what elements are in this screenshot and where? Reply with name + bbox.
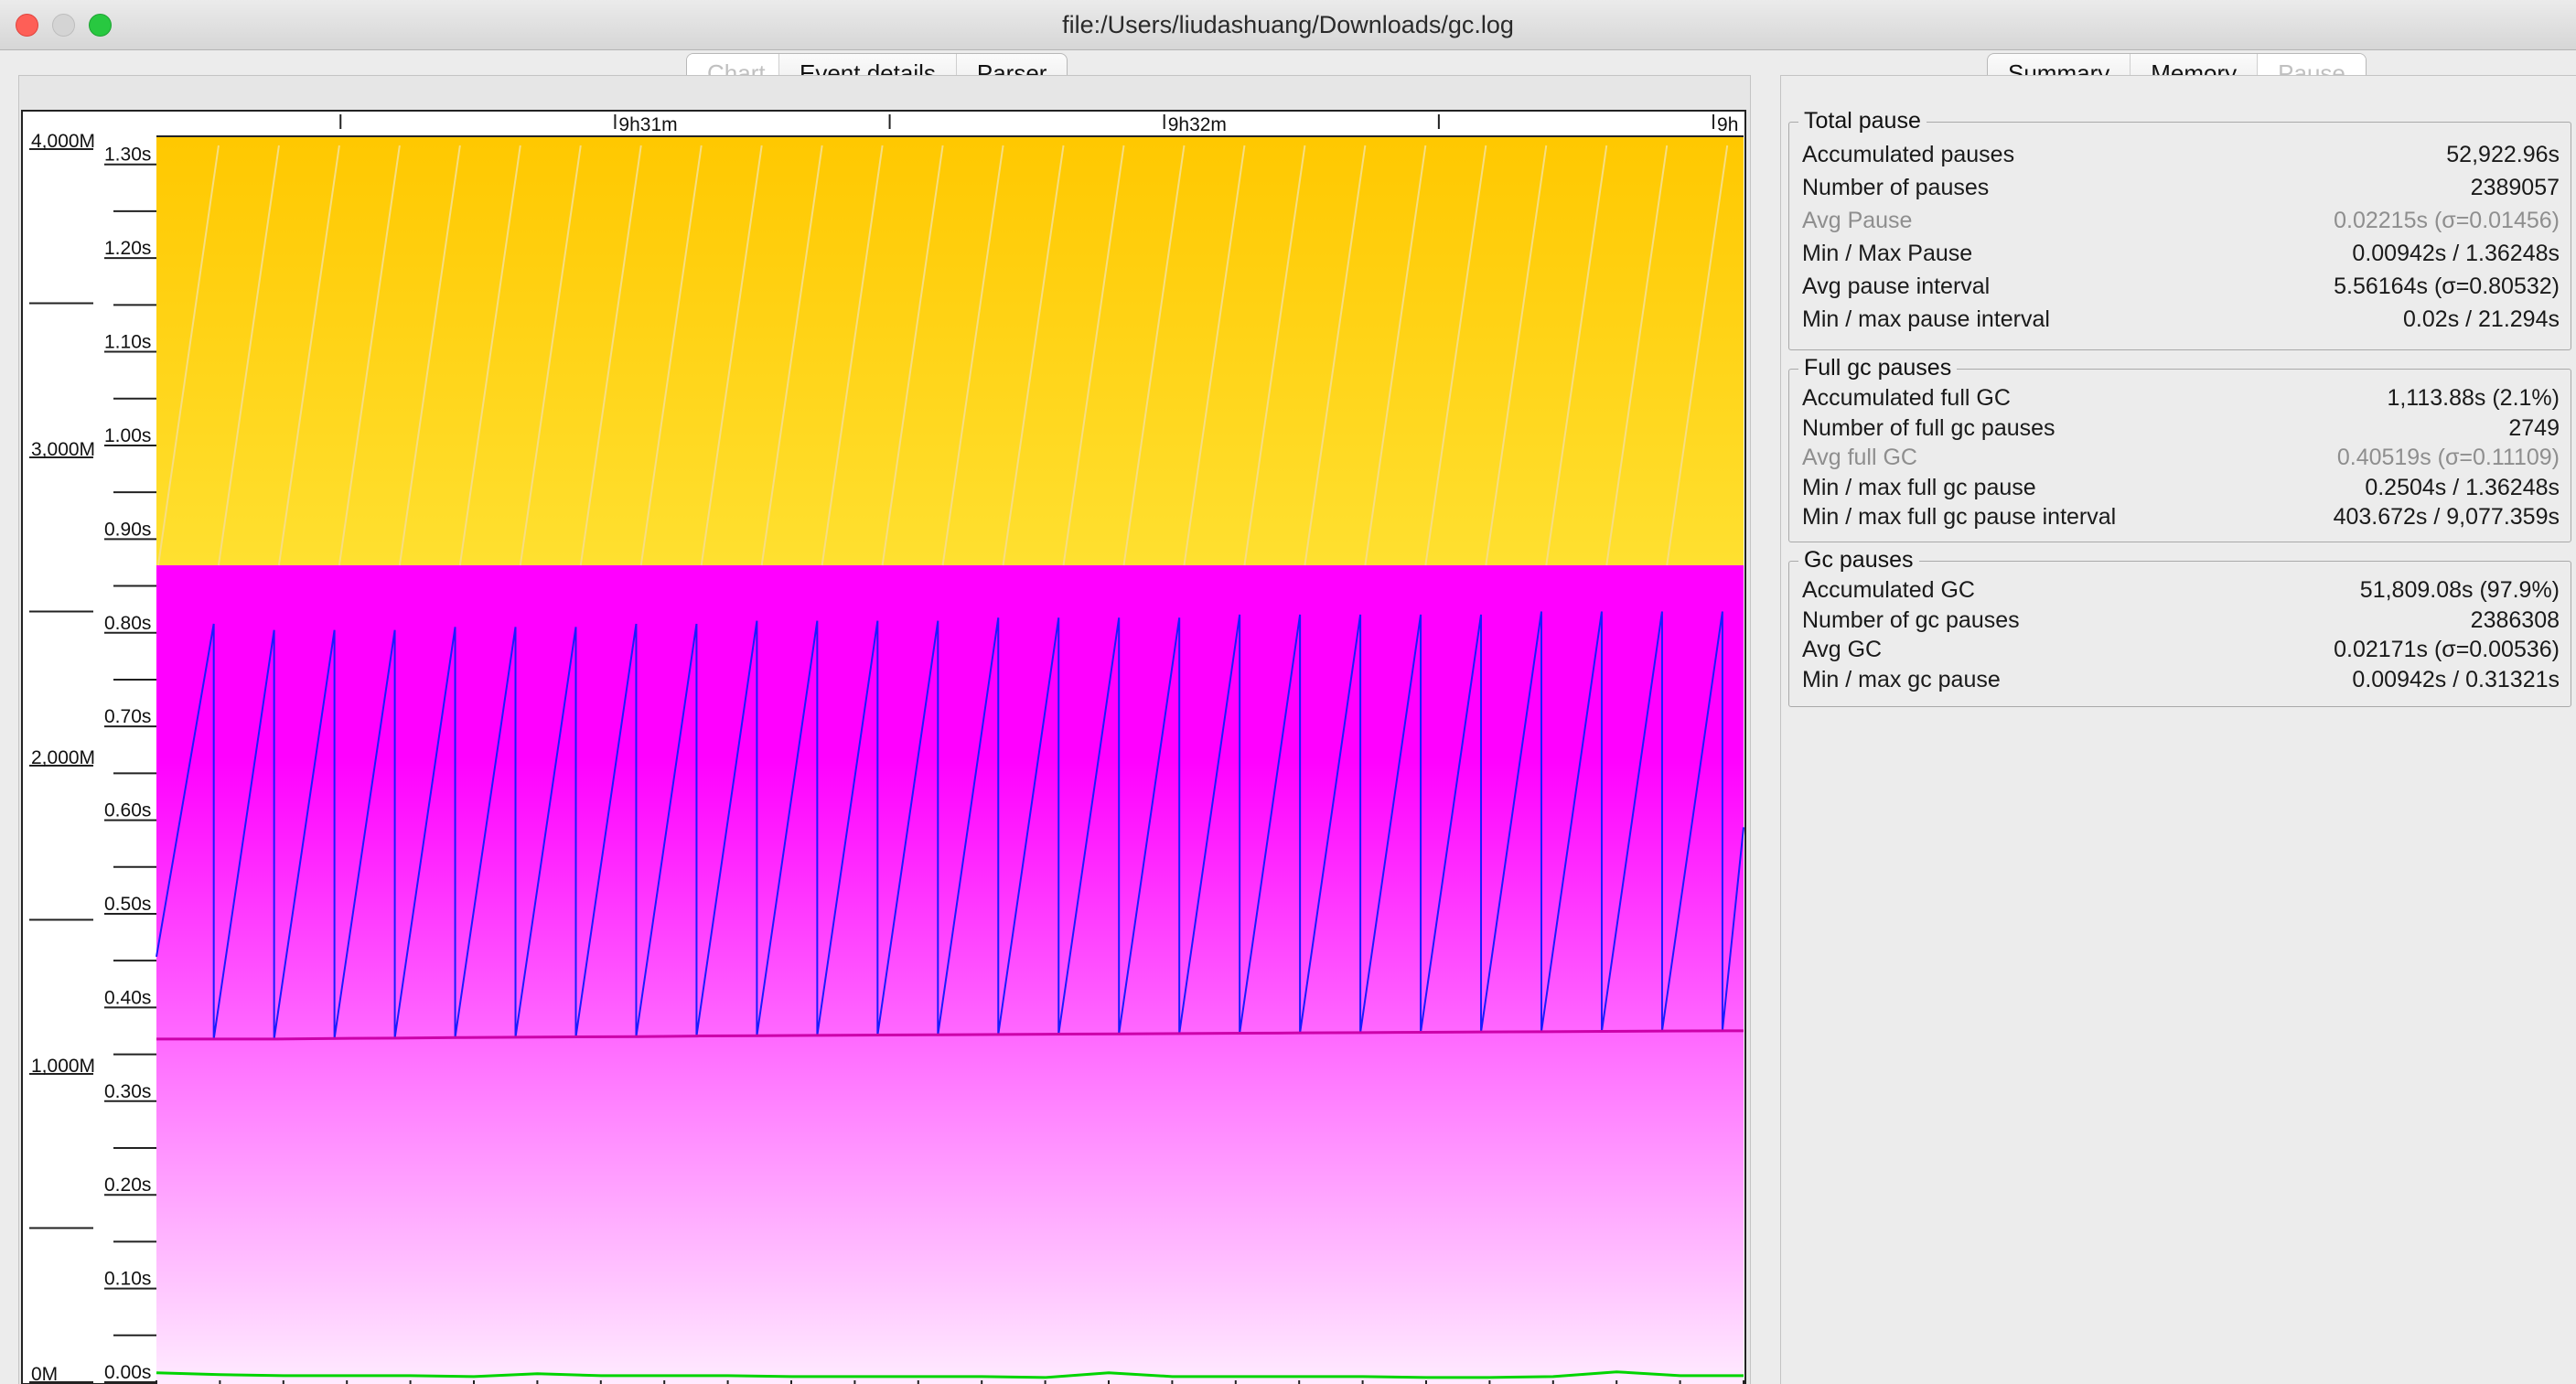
chart-panel: 9h31m 9h32m 9h 4,000M 3,000M 2,000M 1,000M 0M 1.…: [18, 75, 1751, 1384]
stat-label: Accumulated full GC: [1802, 385, 2011, 411]
pause-tick-label: 1.00s: [104, 425, 151, 446]
stat-label: Min / Max Pause: [1802, 241, 1973, 266]
gc-pauses-group: Gc pauses Accumulated GC 51,809.08s (97.9…: [1788, 546, 2571, 707]
window-titlebar: file:/Users/liudashuang/Downloads/gc.log: [0, 0, 2576, 50]
stat-value: 2389057: [2470, 175, 2560, 200]
pause-tick-label: 0.70s: [104, 706, 151, 727]
stat-label: Min / max gc pause: [1802, 666, 2001, 692]
stat-value: 51,809.08s (97.9%): [2359, 577, 2560, 603]
stat-value: 0.02171s (σ=0.00536): [2334, 637, 2560, 662]
stat-label: Number of full gc pauses: [1802, 414, 2055, 441]
pause-tick-label: 0.90s: [104, 519, 151, 540]
stat-label: Avg GC: [1802, 637, 1883, 662]
stat-label: Min / max full gc pause interval: [1802, 504, 2117, 530]
pause-tick-label: 1.10s: [104, 332, 151, 353]
time-tick-label: 9h31m: [618, 114, 677, 135]
memory-tick-label: 1,000M: [31, 1056, 95, 1077]
full-gc-pauses-title: Full gc pauses: [1798, 354, 1958, 381]
time-tick-label: 9h: [1717, 114, 1738, 135]
memory-tick-label: 0M: [31, 1364, 58, 1384]
pause-tick-label: 0.50s: [104, 894, 151, 915]
total-pause-title: Total pause: [1798, 107, 1927, 134]
stat-label: Min / max pause interval: [1802, 306, 2050, 332]
stat-label: Number of gc pauses: [1802, 606, 2020, 633]
gc-pauses-title: Gc pauses: [1798, 546, 1919, 574]
pause-tick-label: 0.10s: [104, 1269, 151, 1290]
pause-tick-label: 0.60s: [104, 800, 151, 821]
stat-label: Avg Pause: [1802, 208, 1913, 233]
memory-tick-label: 4,000M: [31, 131, 95, 152]
stat-label: Accumulated pauses: [1802, 142, 2015, 167]
pause-tick-label: 0.00s: [104, 1362, 151, 1383]
stat-value: 1,113.88s (2.1%): [2387, 385, 2560, 411]
total-heap-area: [156, 136, 1744, 565]
stat-value: 0.2504s / 1.36248s: [2365, 474, 2560, 500]
stat-value: 52,922.96s: [2446, 142, 2560, 167]
memory-tick-label: 2,000M: [31, 747, 95, 768]
pause-tick-label: 0.80s: [104, 613, 151, 634]
stat-value: 2386308: [2470, 606, 2560, 633]
stat-value: 0.02s / 21.294s: [2403, 306, 2560, 332]
window-title: file:/Users/liudashuang/Downloads/gc.log: [1062, 11, 1514, 38]
pause-tick-label: 1.30s: [104, 145, 151, 166]
stat-label: Number of pauses: [1802, 175, 1990, 200]
pause-tick-label: 0.40s: [104, 987, 151, 1008]
stat-value: 5.56164s (σ=0.80532): [2334, 274, 2560, 299]
pause-stats-panel: Total pause Accumulated pauses 52,922.96s…: [1780, 75, 2576, 1384]
total-pause-group: Total pause Accumulated pauses 52,922.96s…: [1788, 107, 2571, 350]
stat-label: Min / max full gc pause: [1802, 474, 2036, 500]
stat-value: 2749: [2508, 414, 2560, 441]
stat-label: Avg pause interval: [1802, 274, 1991, 299]
full-gc-pauses-group: Full gc pauses Accumulated full GC 1,113.…: [1788, 354, 2571, 542]
stat-value: 0.00942s / 0.31321s: [2352, 666, 2560, 692]
memory-tick-label: 3,000M: [31, 439, 95, 460]
stat-label: Avg full GC: [1802, 445, 1917, 470]
pause-tick-label: 0.30s: [104, 1081, 151, 1102]
stat-value: 403.672s / 9,077.359s: [2333, 504, 2560, 530]
stat-value: 0.02215s (σ=0.01456): [2334, 208, 2560, 233]
stat-label: Accumulated GC: [1802, 577, 1975, 603]
stat-value: 0.40519s (σ=0.11109): [2336, 445, 2560, 470]
pause-tick-label: 1.20s: [104, 238, 151, 259]
pause-tick-label: 0.20s: [104, 1175, 151, 1196]
stat-value: 0.00942s / 1.36248s: [2352, 241, 2560, 266]
time-tick-label: 9h32m: [1168, 114, 1227, 135]
gc-chart[interactable]: 9h31m 9h32m 9h 4,000M 3,000M 2,000M 1,000M 0M 1.…: [19, 76, 1748, 1384]
